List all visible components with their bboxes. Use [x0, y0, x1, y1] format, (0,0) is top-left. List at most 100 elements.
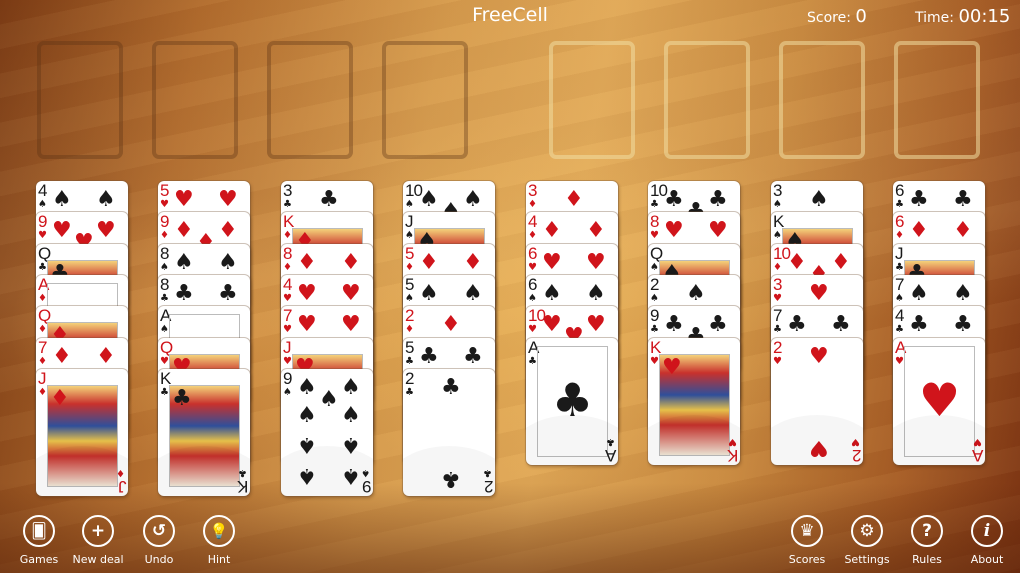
free-cell[interactable]	[152, 41, 238, 159]
ace-frame: ♥	[904, 345, 975, 457]
heart-icon: ♥	[851, 435, 860, 447]
spade-icon: ♠	[297, 462, 317, 488]
diamond-icon: ♦	[218, 218, 238, 244]
new-deal-button[interactable]: + New deal	[68, 515, 128, 566]
spade-icon: ♠	[174, 249, 194, 275]
card-rank: 5	[405, 337, 415, 357]
card-rank: 8	[160, 243, 170, 263]
spade-icon: ♠	[809, 187, 829, 212]
free-cell[interactable]	[37, 41, 123, 159]
foundation-pile[interactable]	[549, 41, 635, 159]
heart-icon: ♥	[773, 355, 782, 367]
spade-icon: ♠	[96, 187, 116, 212]
spade-icon: ♠	[586, 280, 606, 306]
foundation-pile[interactable]	[779, 41, 865, 159]
settings-button[interactable]: ⚙ Settings	[837, 515, 897, 566]
club-icon: ♣	[650, 324, 659, 336]
card-rank: 7	[38, 337, 48, 357]
free-cell[interactable]	[267, 41, 353, 159]
spade-icon: ♠	[405, 230, 414, 242]
heart-icon: ♥	[773, 292, 782, 304]
card-rank: 2	[773, 337, 783, 357]
spade-icon: ♠	[528, 292, 537, 304]
scores-button[interactable]: ♛ Scores	[777, 515, 837, 566]
card-rank: 3	[773, 181, 783, 200]
heart-icon: ♥	[341, 312, 361, 338]
foundation-pile[interactable]	[894, 41, 980, 159]
diamond-icon: ♦	[773, 261, 782, 273]
club-icon: ♣	[708, 187, 728, 212]
game-title: FreeCell	[472, 4, 548, 26]
heart-icon: ♥	[664, 218, 684, 244]
spade-icon: ♠	[650, 292, 659, 304]
spade-icon: ♠	[361, 466, 370, 478]
playing-card[interactable]: A ♣ ♣ A ♣	[526, 337, 618, 465]
spade-icon: ♠	[909, 280, 929, 306]
foundation-pile[interactable]	[664, 41, 750, 159]
diamond-icon: ♦	[38, 355, 47, 367]
spade-icon: ♠	[953, 280, 973, 306]
heart-icon: ♥	[542, 312, 562, 338]
card-rank: 8	[650, 212, 660, 232]
card-rank-bottom: 2	[851, 445, 861, 465]
spade-icon: ♠	[341, 402, 361, 428]
diamond-icon: ♦	[831, 249, 851, 275]
spade-icon: ♠	[341, 431, 361, 457]
club-icon: ♣	[405, 355, 414, 367]
rules-button[interactable]: ? Rules	[897, 515, 957, 566]
card-rank-bottom: 9	[361, 476, 371, 496]
club-icon: ♣	[441, 465, 461, 491]
club-icon: ♣	[319, 187, 339, 212]
about-button[interactable]: i About	[957, 515, 1017, 566]
club-icon: ♣	[441, 374, 461, 400]
heart-icon: ♥	[542, 249, 562, 275]
card-rank: 5	[405, 243, 415, 263]
diamond-icon: ♦	[895, 230, 904, 242]
card-rank: 6	[895, 212, 905, 232]
diamond-icon: ♦	[405, 324, 414, 336]
heart-icon: ♥	[586, 249, 606, 275]
hint-button[interactable]: 💡 Hint	[189, 515, 249, 566]
heart-icon: ♥	[650, 355, 659, 367]
card-rank: J	[895, 243, 903, 263]
club-icon: ♣	[238, 466, 247, 478]
playing-card[interactable]: A ♥ ♥ A ♥	[893, 337, 985, 465]
club-icon: ♣	[953, 312, 973, 338]
time-value: 00:15	[958, 6, 1011, 27]
heart-icon: ♥	[650, 230, 659, 242]
spade-icon: ♠	[341, 462, 361, 488]
spade-icon: ♠	[319, 386, 339, 412]
playing-card[interactable]: 2 ♥ ♥ ♥ 2 ♥	[771, 337, 863, 465]
spade-icon: ♠	[283, 386, 292, 398]
spade-icon: ♠	[38, 199, 47, 210]
club-icon: ♣	[528, 355, 537, 367]
diamond-icon: ♦	[419, 249, 439, 275]
playing-card[interactable]: K ♣ ♣ K ♣	[158, 368, 250, 496]
spade-icon: ♠	[686, 280, 706, 306]
games-button[interactable]: 🂠 Games	[9, 515, 69, 566]
card-rank: 9	[283, 368, 293, 388]
score-value: 0	[855, 6, 867, 27]
playing-card[interactable]: K ♥ ♥ K ♥	[648, 337, 740, 465]
club-icon: ♣	[787, 312, 807, 338]
playing-card[interactable]: 2 ♣ ♣ ♣ 2 ♣	[403, 368, 495, 496]
playing-card[interactable]: 9 ♠ ♠ ♠ ♠ ♠ ♠ ♠ ♠ ♠ ♠ 9 ♠	[281, 368, 373, 496]
diamond-icon: ♦	[405, 261, 414, 273]
undo-button[interactable]: ↺ Undo	[129, 515, 189, 566]
club-icon: ♣	[909, 312, 929, 338]
card-rank: 7	[773, 306, 783, 326]
heart-icon: ♥	[297, 312, 317, 338]
spade-icon: ♠	[773, 230, 782, 242]
card-rank: 7	[283, 306, 293, 326]
card-rank: 6	[528, 243, 538, 263]
score-display: Score: 0	[807, 6, 867, 27]
diamond-icon: ♦	[52, 343, 72, 369]
card-rank: 3	[773, 274, 783, 294]
free-cell[interactable]	[382, 41, 468, 159]
club-icon: ♣	[483, 466, 492, 478]
heart-icon: ♥	[174, 187, 194, 212]
question-icon: ?	[911, 515, 943, 547]
spade-icon: ♠	[542, 280, 562, 306]
playing-card[interactable]: J ♦ ♦ J ♦	[36, 368, 128, 496]
plus-icon: +	[82, 515, 114, 547]
